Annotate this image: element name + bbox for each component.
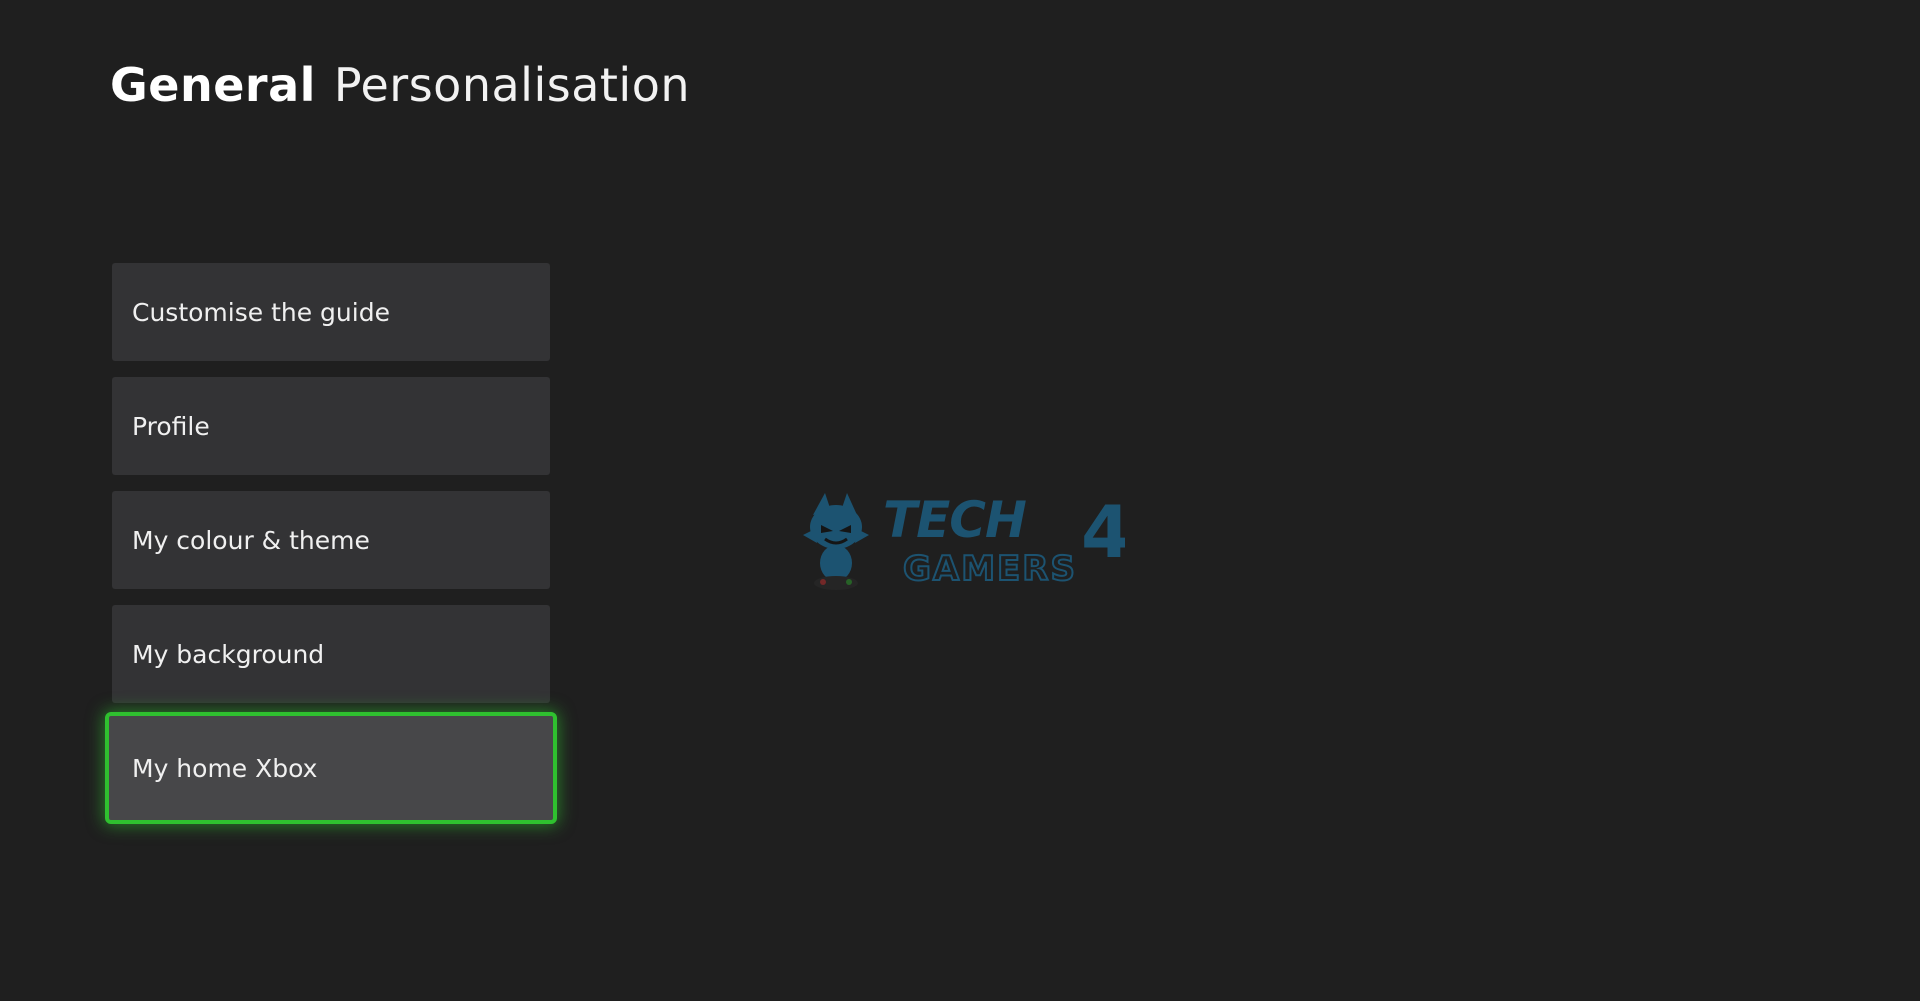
menu-item-label: My colour & theme [132, 525, 370, 555]
menu-item-profile[interactable]: Profile [112, 377, 550, 475]
watermark-line2: GAMERS [903, 549, 1077, 589]
menu-item-background[interactable]: My background [112, 605, 550, 703]
mascot-icon [803, 493, 869, 590]
menu-item-label: Profile [132, 411, 210, 441]
menu-item-home-xbox[interactable]: My home Xbox [105, 712, 557, 824]
personalisation-menu: Customise the guide Profile My colour & … [105, 263, 557, 840]
menu-item-label: My home Xbox [132, 753, 318, 783]
page-title-section: General [110, 58, 316, 112]
settings-screen: General Personalisation Customise the gu… [0, 0, 1920, 1001]
watermark-number: 4 [1081, 490, 1125, 574]
menu-item-customise-guide[interactable]: Customise the guide [112, 263, 550, 361]
page-title: General Personalisation [110, 58, 690, 112]
watermark-line1: TECH [883, 491, 1026, 549]
menu-item-label: My background [132, 639, 325, 669]
tech4gamers-watermark-logo: TECH 4 GAMERS [803, 490, 1125, 590]
page-title-subsection: Personalisation [333, 58, 690, 112]
menu-item-colour-theme[interactable]: My colour & theme [112, 491, 550, 589]
menu-item-label: Customise the guide [132, 297, 390, 327]
